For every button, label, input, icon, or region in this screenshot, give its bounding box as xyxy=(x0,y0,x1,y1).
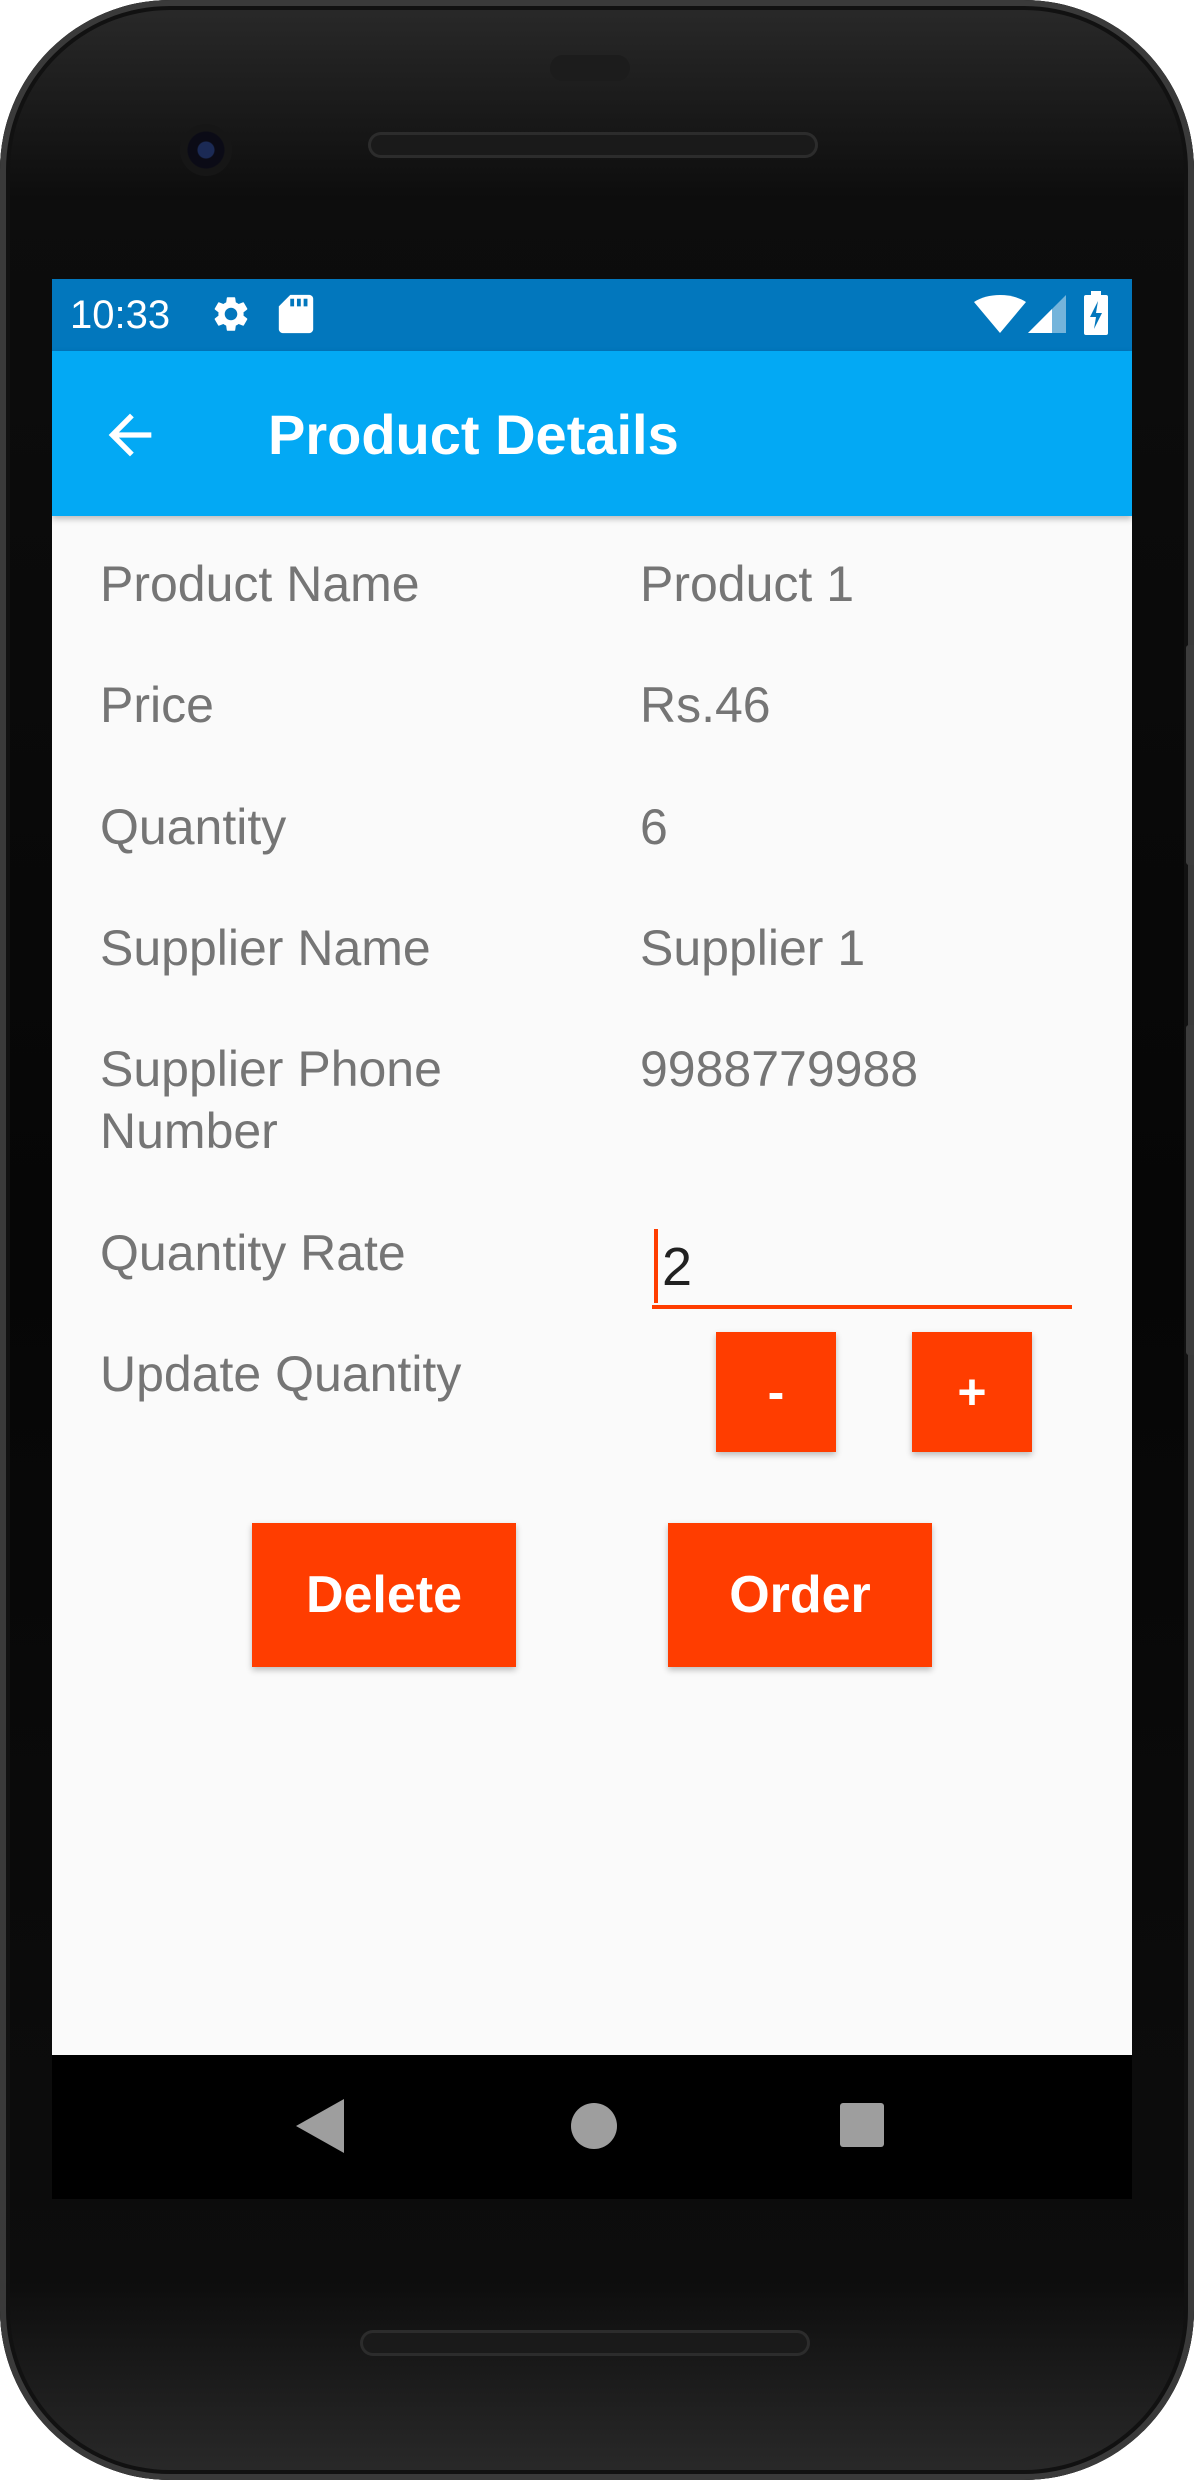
quantity-rate-input[interactable]: 2 xyxy=(652,1229,1072,1309)
order-button[interactable]: Order xyxy=(668,1523,932,1667)
top-speaker xyxy=(368,132,818,158)
increment-button[interactable]: + xyxy=(912,1332,1032,1452)
power-button xyxy=(1186,645,1194,865)
supplier-phone-value: 9988779988 xyxy=(640,1041,919,1097)
back-triangle-icon[interactable] xyxy=(296,2099,344,2158)
delete-button[interactable]: Delete xyxy=(252,1523,516,1667)
front-camera xyxy=(180,124,232,176)
quantity-value: 6 xyxy=(640,799,668,855)
navigation-bar xyxy=(52,2055,1132,2199)
text-cursor xyxy=(654,1229,658,1303)
signal-icon xyxy=(1028,295,1066,338)
volume-button xyxy=(1186,1025,1194,1355)
supplier-name-label: Supplier Name xyxy=(100,920,431,976)
back-button[interactable] xyxy=(98,403,162,467)
supplier-phone-label: Supplier Phone Number xyxy=(100,1041,442,1159)
bottom-speaker xyxy=(360,2330,810,2356)
page-title: Product Details xyxy=(268,403,679,466)
gear-icon xyxy=(210,293,252,340)
quantity-rate-label: Quantity Rate xyxy=(100,1225,406,1281)
product-name-value: Product 1 xyxy=(640,556,855,612)
earpiece xyxy=(550,55,630,81)
status-time: 10:33 xyxy=(70,293,171,337)
decrement-button[interactable]: - xyxy=(716,1332,836,1452)
recents-square-icon[interactable] xyxy=(838,2099,888,2158)
home-circle-icon[interactable] xyxy=(570,2099,618,2158)
price-label: Price xyxy=(100,677,214,733)
quantity-label: Quantity xyxy=(100,799,287,855)
price-value: Rs.46 xyxy=(640,677,771,733)
app-bar: Product Details xyxy=(52,351,1132,516)
arrow-left-icon xyxy=(108,413,152,457)
update-quantity-label: Update Quantity xyxy=(100,1346,462,1402)
sd-card-icon xyxy=(278,293,314,340)
battery-charging-icon xyxy=(1084,291,1108,340)
wifi-icon xyxy=(974,295,1026,338)
product-details-panel: Product Name Product 1 Price Rs.46 Quant… xyxy=(52,516,1132,2055)
screen: 10:33 Product Details Product Name Produ… xyxy=(52,279,1132,2055)
status-bar: 10:33 xyxy=(52,279,1132,351)
supplier-name-value: Supplier 1 xyxy=(640,920,866,976)
product-name-label: Product Name xyxy=(100,556,420,612)
quantity-rate-input-value: 2 xyxy=(662,1237,693,1297)
